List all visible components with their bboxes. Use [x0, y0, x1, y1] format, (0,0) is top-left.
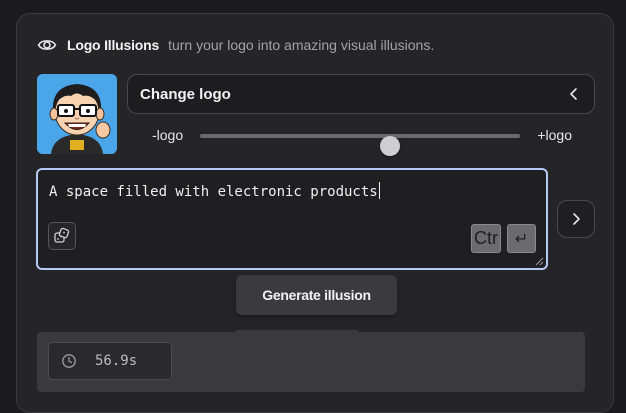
- chevron-left-icon: [570, 88, 577, 100]
- generation-timer: 56.9s: [48, 342, 172, 380]
- slider-min-label: -logo: [152, 127, 184, 143]
- cartoon-avatar-logo: [37, 74, 117, 154]
- slider-max-label: +logo: [537, 127, 572, 143]
- text-caret: [378, 182, 380, 199]
- timer-value: 56.9s: [95, 353, 138, 369]
- panel-header: Logo Illusions turn your logo into amazi…: [37, 35, 434, 55]
- change-logo-label: Change logo: [140, 85, 231, 103]
- logo-preview[interactable]: [37, 74, 117, 154]
- slider-track[interactable]: [200, 134, 520, 156]
- dice-icon: [54, 227, 70, 243]
- ctrl-key-hint: Ctr: [471, 224, 501, 253]
- slider-thumb[interactable]: [380, 136, 401, 156]
- app-subtitle: turn your logo into amazing visual illus…: [168, 37, 435, 53]
- eye-icon: [37, 40, 57, 50]
- clock-icon: [62, 354, 76, 368]
- generate-illusion-button[interactable]: Generate illusion: [236, 275, 397, 315]
- enter-key-hint: ↵: [507, 224, 536, 253]
- change-logo-button[interactable]: Change logo: [127, 74, 595, 114]
- app-title: Logo Illusions: [67, 37, 160, 53]
- logo-strength-slider: -logo +logo: [152, 124, 572, 156]
- random-prompt-button[interactable]: [48, 222, 76, 250]
- resize-handle-icon[interactable]: [535, 257, 544, 266]
- enter-icon: ↵: [514, 230, 529, 248]
- next-button[interactable]: [557, 200, 595, 238]
- prompt-textarea[interactable]: A space filled with electronic products …: [36, 168, 548, 270]
- chevron-right-icon: [573, 213, 580, 225]
- prompt-text-wrapper: A space filled with electronic products: [49, 182, 380, 200]
- prompt-text: A space filled with electronic products: [49, 184, 378, 200]
- logo-illusions-panel: Logo Illusions turn your logo into amazi…: [16, 13, 614, 413]
- output-area: 56.9s: [37, 332, 585, 392]
